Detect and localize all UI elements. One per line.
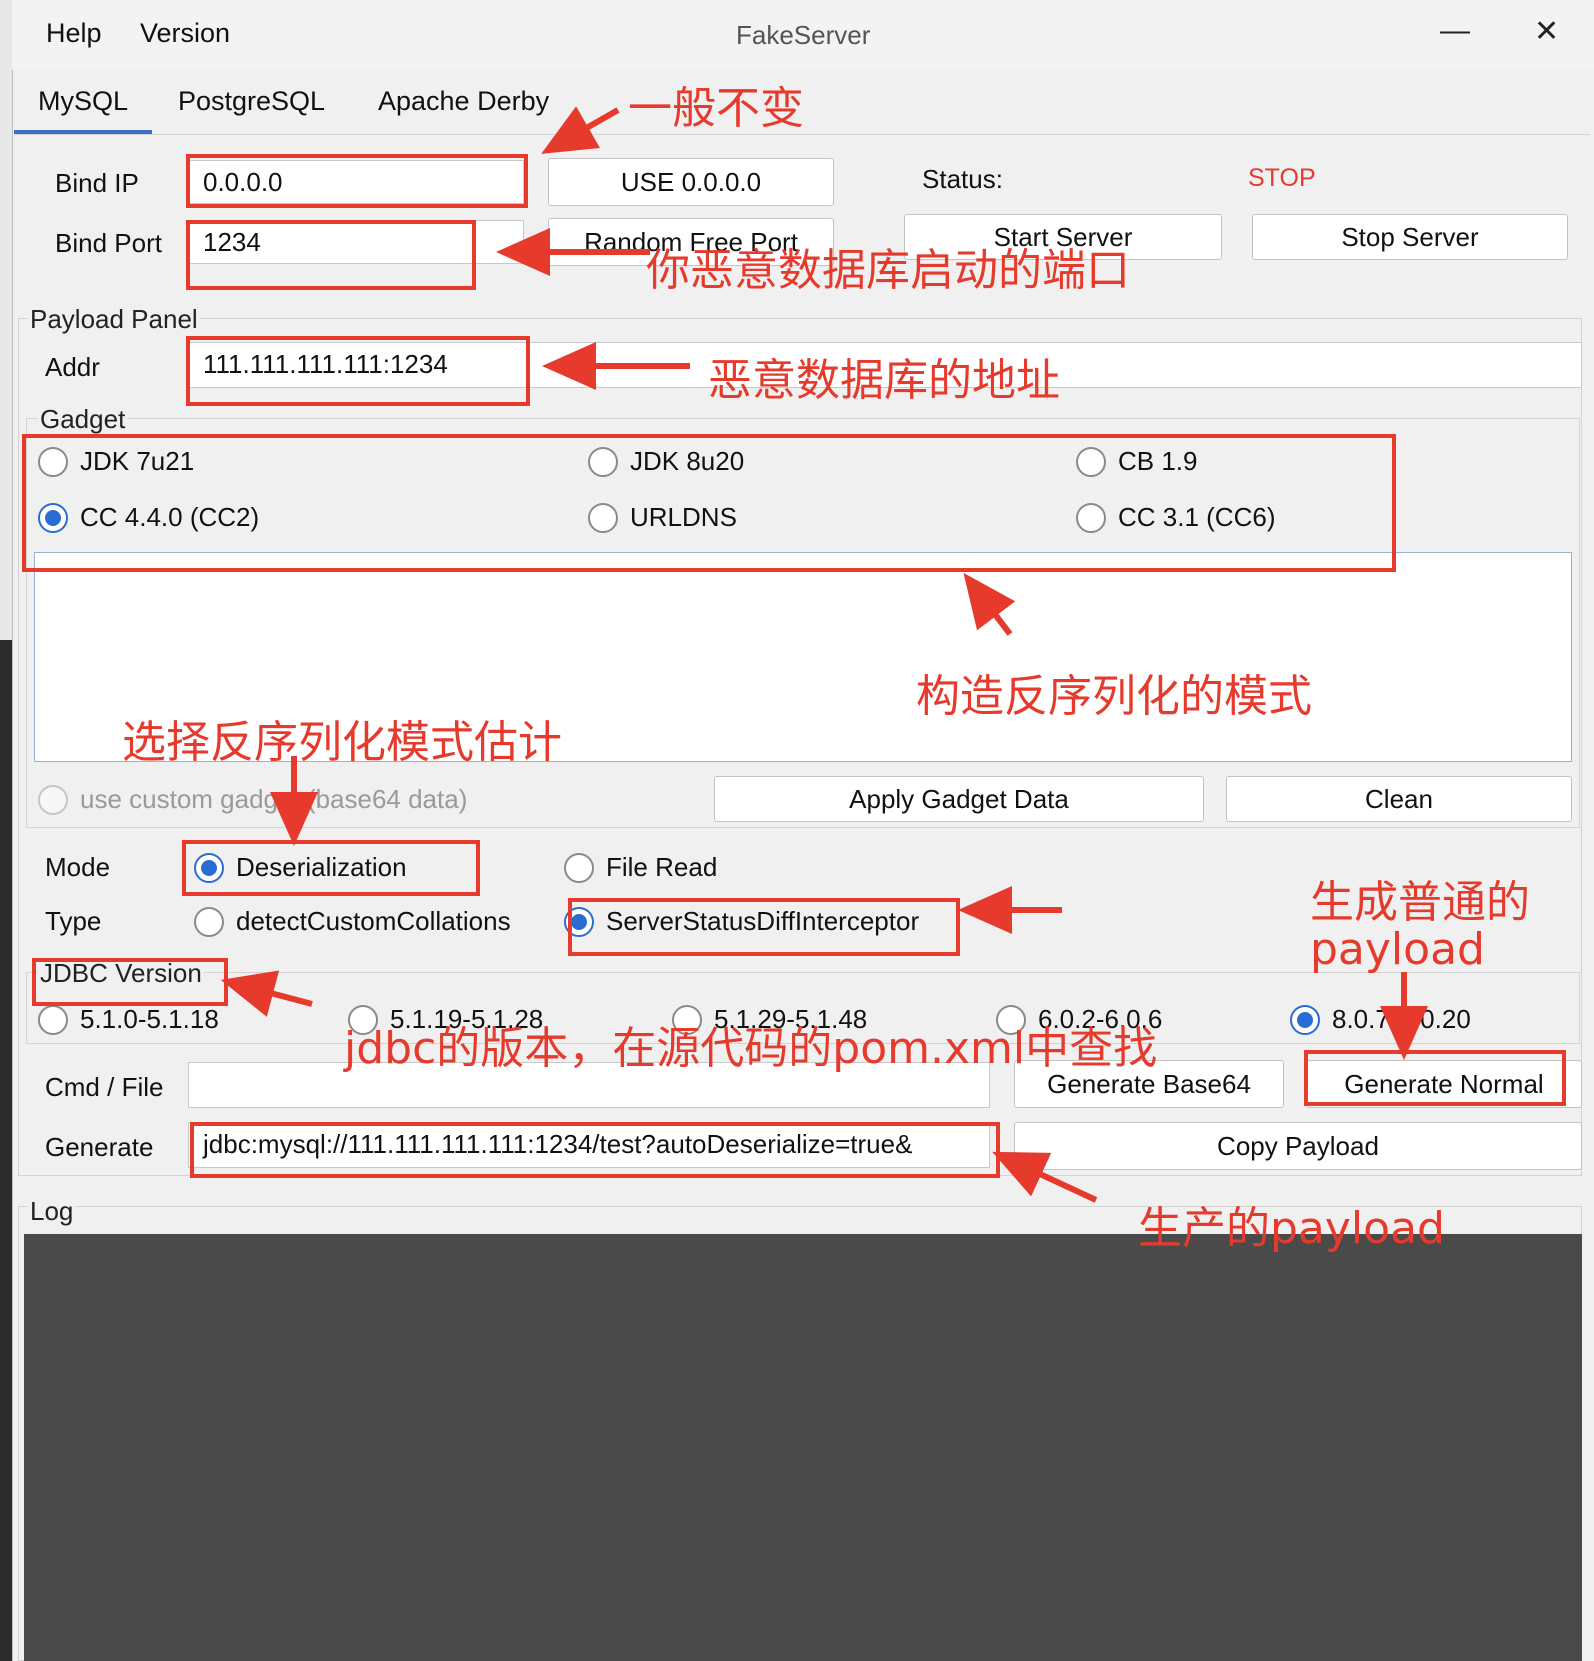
annotation-text: 恶意数据库的地址 — [708, 355, 1060, 406]
annotation-text: payload — [1310, 924, 1485, 975]
arrow-icon — [992, 1151, 1098, 1203]
arrow-icon — [541, 106, 620, 154]
annotation-text: jdbc的版本，在源代码的pom.xml中查找 — [344, 1023, 1158, 1074]
annotation-text: 生成普通的 — [1310, 877, 1530, 928]
arrow-icon — [220, 970, 313, 1017]
annotation-text: 生产的payload — [1138, 1203, 1445, 1254]
annotation-text: 你恶意数据库启动的端口 — [646, 245, 1130, 296]
annotation-text: 一般不变 — [628, 83, 804, 134]
annotation-text: 构造反序列化的模式 — [916, 671, 1312, 722]
annotation-text: 选择反序列化模式估计 — [122, 717, 562, 768]
arrow-icon — [963, 572, 1016, 636]
